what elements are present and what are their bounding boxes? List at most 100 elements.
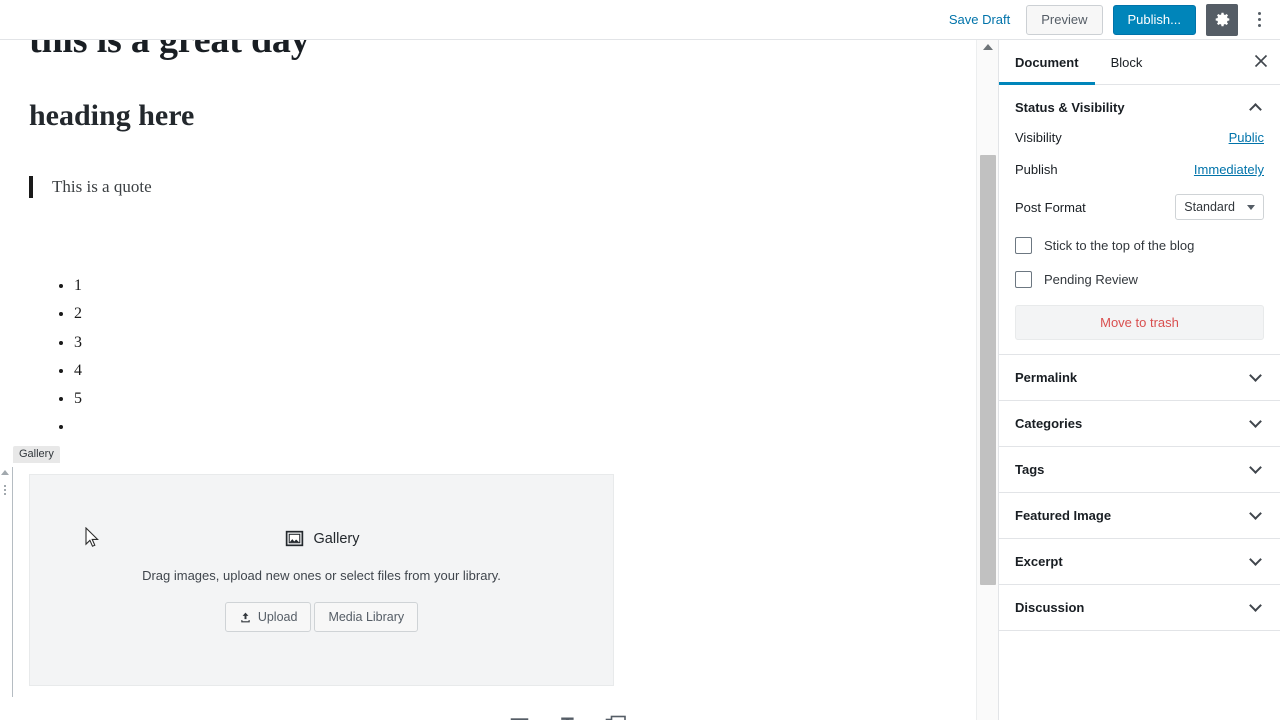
- list-block[interactable]: 1 2 3 4 5: [46, 272, 82, 442]
- upload-icon: [241, 612, 250, 622]
- chevron-down-icon: [1249, 415, 1262, 428]
- gallery-placeholder[interactable]: Gallery Drag images, upload new ones or …: [29, 474, 614, 686]
- panel-permalink-header[interactable]: Permalink: [999, 355, 1280, 400]
- settings-toggle-button[interactable]: [1206, 3, 1238, 36]
- panel-title: Status & Visibility: [1015, 100, 1125, 115]
- gallery-placeholder-heading: Gallery: [284, 528, 360, 549]
- chevron-down-icon: [1247, 204, 1255, 210]
- list-item[interactable]: [74, 413, 82, 441]
- sticky-checkbox-row[interactable]: Stick to the top of the blog: [1015, 237, 1264, 254]
- publish-row: Publish Immediately: [1015, 162, 1264, 177]
- kebab-dot: [1257, 12, 1261, 15]
- list-item[interactable]: 3: [74, 329, 82, 357]
- panel-title: Discussion: [1015, 600, 1085, 615]
- pending-review-checkbox-row[interactable]: Pending Review: [1015, 271, 1264, 288]
- list-item[interactable]: 4: [74, 357, 82, 385]
- scroll-up-arrow-icon[interactable]: [983, 44, 993, 50]
- more-options-button[interactable]: [1244, 4, 1274, 36]
- chevron-down-icon: [1249, 507, 1262, 520]
- save-draft-button[interactable]: Save Draft: [939, 6, 1020, 33]
- upload-button-label: Upload: [257, 610, 298, 624]
- drag-dot: [4, 493, 6, 495]
- chevron-down-icon: [1249, 461, 1262, 474]
- drag-handle-icon[interactable]: [4, 485, 6, 495]
- kebab-dot: [1257, 24, 1261, 27]
- gallery-stack-icon: [605, 715, 626, 720]
- list-item[interactable]: 1: [74, 272, 82, 300]
- quote-text: This is a quote: [52, 177, 152, 196]
- panel-title: Tags: [1015, 462, 1045, 477]
- chevron-up-icon: [1249, 102, 1262, 116]
- quote-block[interactable]: This is a quote: [29, 176, 152, 198]
- gallery-instructions: Drag images, upload new ones or select f…: [142, 568, 501, 583]
- post-format-value: Standard: [1184, 200, 1235, 214]
- panel-status-visibility: Status & Visibility Visibility Public Pu…: [999, 85, 1280, 355]
- close-sidebar-button[interactable]: [1248, 52, 1270, 74]
- publish-button[interactable]: Publish...: [1112, 4, 1196, 35]
- pending-review-label: Pending Review: [1044, 272, 1138, 287]
- editor-canvas[interactable]: this is a great day heading here This is…: [0, 40, 998, 720]
- panel-categories-header[interactable]: Categories: [999, 401, 1280, 446]
- publish-value-button[interactable]: Immediately: [1194, 162, 1264, 177]
- tab-document[interactable]: Document: [999, 40, 1095, 85]
- chevron-down-icon: [1249, 599, 1262, 612]
- panel-excerpt-header[interactable]: Excerpt: [999, 539, 1280, 584]
- panel-status-visibility-header[interactable]: Status & Visibility: [999, 85, 1280, 130]
- quick-block-inserters: T: [505, 710, 631, 720]
- editor-top-bar: Save Draft Preview Publish...: [0, 0, 1280, 40]
- post-format-select[interactable]: Standard: [1175, 194, 1264, 220]
- publish-label: Publish: [1015, 162, 1058, 177]
- gallery-inserter-button[interactable]: [601, 710, 631, 720]
- post-format-label: Post Format: [1015, 199, 1086, 215]
- panel-tags-header[interactable]: Tags: [999, 447, 1280, 492]
- gallery-action-buttons: Upload Media Library: [224, 602, 419, 632]
- sticky-label: Stick to the top of the blog: [1044, 238, 1195, 253]
- upload-button[interactable]: Upload: [224, 602, 312, 632]
- panel-title: Excerpt: [1015, 554, 1063, 569]
- panel-title: Categories: [1015, 416, 1083, 431]
- gallery-title: Gallery: [313, 530, 360, 547]
- drag-dot: [4, 489, 6, 491]
- panel-discussion-header[interactable]: Discussion: [999, 585, 1280, 630]
- visibility-row: Visibility Public: [1015, 130, 1264, 145]
- preview-button[interactable]: Preview: [1026, 4, 1103, 35]
- text-icon: T: [561, 715, 574, 720]
- tab-block[interactable]: Block: [1095, 40, 1159, 85]
- panel-featured-image-header[interactable]: Featured Image: [999, 493, 1280, 538]
- editor-scrollbar[interactable]: [976, 40, 998, 720]
- text-inserter-button[interactable]: T: [557, 711, 578, 720]
- sidebar-tab-list: Document Block: [999, 40, 1280, 85]
- pending-review-checkbox[interactable]: [1015, 271, 1032, 288]
- panel-featured-image: Featured Image: [999, 493, 1280, 539]
- panel-title: Featured Image: [1015, 508, 1112, 523]
- panel-tags: Tags: [999, 447, 1280, 493]
- heading-block[interactable]: heading here: [29, 99, 194, 133]
- block-mover-controls[interactable]: [0, 470, 10, 495]
- block-selection-indicator: [12, 467, 13, 697]
- gutenberg-editor-window: Save Draft Preview Publish... this is a …: [0, 0, 1280, 720]
- block-type-label: Gallery: [13, 446, 60, 463]
- panel-categories: Categories: [999, 401, 1280, 447]
- kebab-dot: [1257, 18, 1261, 21]
- media-library-button-label: Media Library: [328, 610, 405, 624]
- gear-icon: [1215, 12, 1229, 27]
- move-up-icon[interactable]: [1, 470, 9, 475]
- close-icon: [1254, 54, 1268, 68]
- sticky-checkbox[interactable]: [1015, 237, 1032, 254]
- list-item[interactable]: 2: [74, 300, 82, 328]
- scrollbar-thumb[interactable]: [980, 155, 996, 585]
- chevron-down-icon: [1249, 553, 1262, 566]
- media-library-button[interactable]: Media Library: [314, 602, 419, 632]
- image-icon: [510, 717, 529, 720]
- post-title[interactable]: this is a great day: [29, 40, 310, 62]
- panel-title: Permalink: [1015, 370, 1078, 385]
- move-to-trash-button[interactable]: Move to trash: [1015, 305, 1264, 340]
- image-inserter-button[interactable]: [505, 711, 534, 720]
- gallery-icon: [285, 530, 303, 547]
- list-item[interactable]: 5: [74, 385, 82, 413]
- visibility-value-button[interactable]: Public: [1229, 130, 1264, 145]
- visibility-label: Visibility: [1015, 130, 1062, 145]
- chevron-down-icon: [1249, 369, 1262, 382]
- panel-permalink: Permalink: [999, 355, 1280, 401]
- post-format-row: Post Format Standard: [1015, 194, 1264, 220]
